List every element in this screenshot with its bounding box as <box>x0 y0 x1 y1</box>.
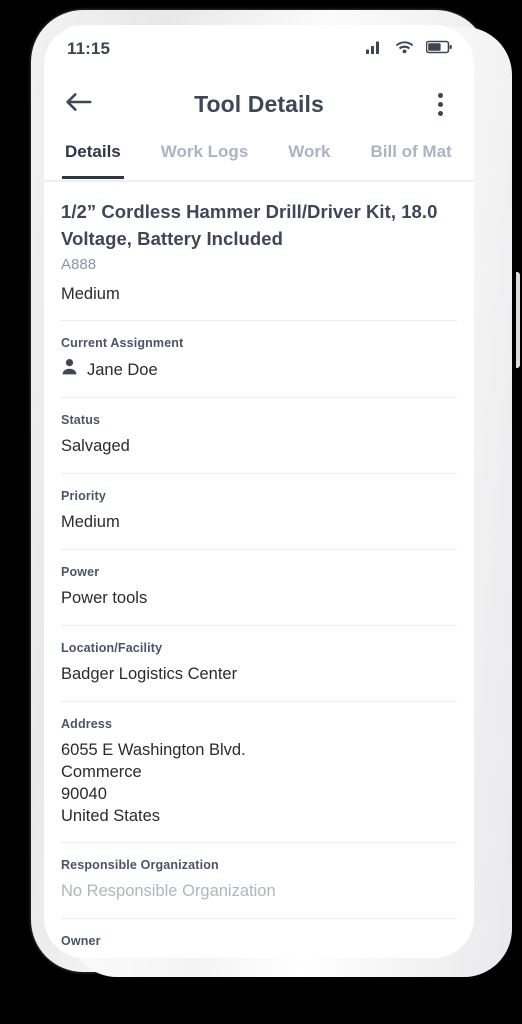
tab-work-logs[interactable]: Work Logs <box>161 135 249 162</box>
field-responsible-organization[interactable]: Responsible Organization No Responsible … <box>61 843 457 903</box>
tab-bill-of-materials[interactable]: Bill of Mat <box>370 135 451 162</box>
field-label: Address <box>61 717 113 731</box>
field-value: Jane Doe <box>87 360 158 379</box>
address-line: United States <box>61 807 161 825</box>
overflow-dot <box>437 92 443 98</box>
tab-details[interactable]: Details <box>62 135 124 179</box>
field-value: Salvaged <box>61 437 130 455</box>
field-label: Priority <box>61 489 106 503</box>
address-line: Commerce <box>61 763 142 781</box>
field-owner[interactable]: Owner No Owner <box>61 919 457 958</box>
field-value: Badger Logistics Center <box>61 665 238 683</box>
battery-icon <box>425 40 452 59</box>
tab-underline-track <box>44 180 474 182</box>
overflow-dot <box>437 101 443 107</box>
tab-strip: Details Work Logs Work Bill of Mat <box>44 135 474 182</box>
asset-code: A888 <box>61 256 97 273</box>
asset-subtitle: Medium <box>61 285 120 303</box>
person-icon <box>61 358 78 382</box>
phone-screen: 11:15 Tool Details Details Work Logs Wor… <box>44 25 474 958</box>
field-location-facility[interactable]: Location/Facility Badger Logistics Cente… <box>61 626 457 686</box>
more-vertical-icon[interactable] <box>425 87 455 121</box>
overflow-dot <box>437 110 443 116</box>
field-label: Location/Facility <box>61 641 163 655</box>
field-label: Responsible Organization <box>61 858 219 872</box>
wifi-icon <box>395 40 414 59</box>
page-title: Tool Details <box>194 90 324 117</box>
field-value: Medium <box>61 513 120 531</box>
phone-power-button <box>516 272 520 368</box>
field-value-multiline: 6055 E Washington Blvd. Commerce 90040 U… <box>61 739 457 827</box>
field-value: No Owner <box>61 956 457 958</box>
field-power[interactable]: Power Power tools <box>61 550 457 610</box>
status-bar: 11:15 <box>44 25 474 73</box>
details-scroll-area[interactable]: 1/2” Cordless Hammer Drill/Driver Kit, 1… <box>44 182 474 958</box>
field-value: Power tools <box>61 589 148 607</box>
app-bar: Tool Details <box>44 73 474 135</box>
status-bar-icons <box>366 40 452 59</box>
field-current-assignment[interactable]: Current Assignment Jane Doe <box>61 321 457 382</box>
field-label: Current Assignment <box>61 336 184 350</box>
cell-signal-icon <box>366 40 383 59</box>
screenshot-stage: 11:15 Tool Details Details Work Logs Wor… <box>0 0 522 1024</box>
address-line: 90040 <box>61 785 107 803</box>
field-label: Power <box>61 565 100 579</box>
field-value-row: Jane Doe <box>61 358 457 382</box>
field-label: Status <box>61 413 101 427</box>
field-address[interactable]: Address 6055 E Washington Blvd. Commerce… <box>61 702 457 827</box>
field-status[interactable]: Status Salvaged <box>61 398 457 458</box>
tab-work[interactable]: Work <box>288 135 330 162</box>
address-line: 6055 E Washington Blvd. <box>61 741 246 759</box>
arrow-left-icon <box>65 92 92 117</box>
field-value: No Responsible Organization <box>61 882 276 900</box>
asset-title: 1/2” Cordless Hammer Drill/Driver Kit, 1… <box>61 201 438 249</box>
field-label: Owner <box>61 934 101 948</box>
field-priority[interactable]: Priority Medium <box>61 474 457 534</box>
status-bar-clock: 11:15 <box>67 39 111 58</box>
